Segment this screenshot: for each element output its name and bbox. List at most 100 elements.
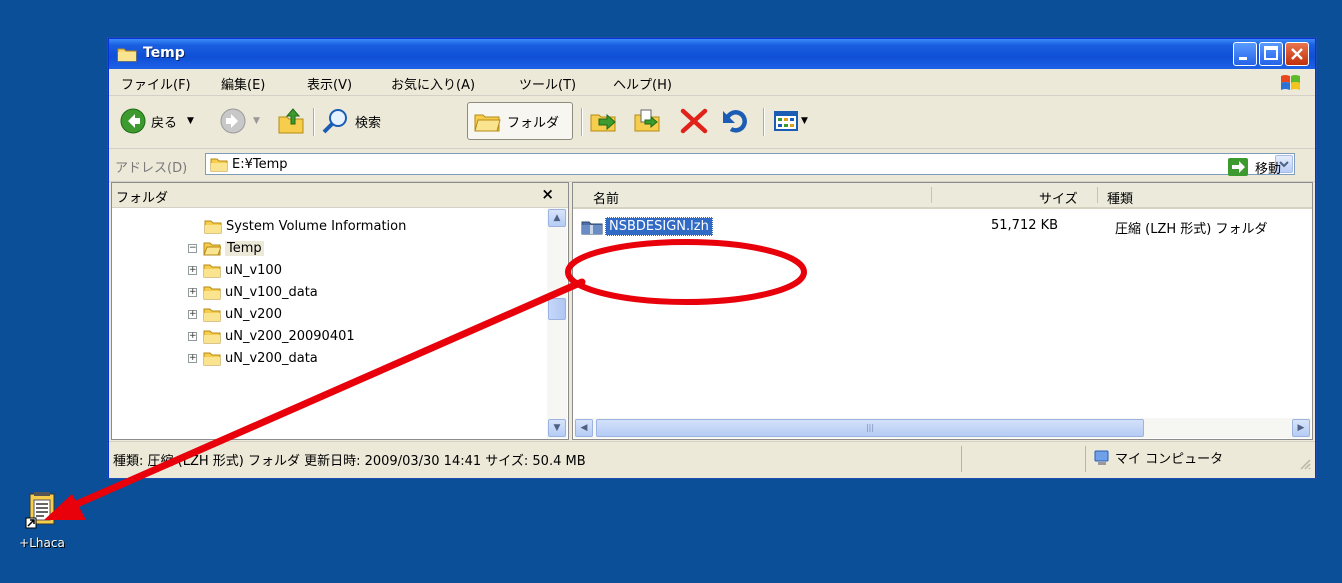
close-icon[interactable]: × <box>541 185 554 203</box>
file-list-pane: 名前 サイズ 種類 NSBDESIGN.lzh 51,712 KB 圧縮 (LZ… <box>572 182 1313 440</box>
tree-item-un-v200-data[interactable]: + uN_v200_data <box>188 347 318 369</box>
views-grid-icon <box>774 111 798 131</box>
menu-favorites[interactable]: お気に入り(A) <box>391 74 475 93</box>
menu-file[interactable]: ファイル(F) <box>121 74 191 93</box>
folders-button[interactable]: フォルダ <box>473 106 559 136</box>
lhaca-app-icon <box>25 492 55 529</box>
back-button[interactable]: 戻る ▼ <box>119 106 194 136</box>
tree-item-label: System Volume Information <box>226 218 407 234</box>
desktop-icon-lhaca[interactable]: +Lhaca <box>12 490 72 550</box>
menu-view[interactable]: 表示(V) <box>307 74 352 93</box>
undo-icon <box>723 110 747 133</box>
window-title: Temp <box>143 45 185 61</box>
column-size[interactable]: サイズ <box>1039 188 1078 207</box>
toolbar-separator <box>763 108 765 136</box>
collapse-icon[interactable]: − <box>188 243 197 253</box>
tree-item-un-v100[interactable]: + uN_v100 <box>188 259 282 281</box>
column-header: 名前 サイズ 種類 <box>573 183 1312 209</box>
file-list-scrollbar[interactable]: ◀ ||| ▶ <box>574 418 1311 438</box>
scroll-left-icon[interactable]: ◀ <box>575 419 593 437</box>
windows-logo-icon <box>1279 72 1303 96</box>
views-button[interactable]: ▼ <box>773 106 808 136</box>
go-button[interactable]: 移動 <box>1227 157 1281 177</box>
tree-item-system-volume-information[interactable]: System Volume Information <box>204 215 406 237</box>
address-bar: アドレス(D) E:¥Temp 移動 <box>109 149 1315 182</box>
search-icon <box>322 109 347 134</box>
file-name[interactable]: NSBDESIGN.lzh <box>605 217 713 236</box>
tree-item-label: uN_v100_data <box>225 284 318 300</box>
menu-help[interactable]: ヘルプ(H) <box>613 74 672 93</box>
minimize-button[interactable] <box>1233 42 1257 66</box>
address-label: アドレス(D) <box>115 161 188 176</box>
folder-icon <box>117 46 137 66</box>
menu-edit[interactable]: 編集(E) <box>221 74 265 93</box>
status-text: 種類: 圧縮 (LZH 形式) フォルダ 更新日時: 2009/03/30 14… <box>113 454 586 469</box>
zone-label: マイ コンピュータ <box>1115 452 1224 467</box>
scroll-thumb[interactable] <box>548 298 566 320</box>
move-to-button[interactable] <box>589 106 621 136</box>
resize-grip-icon[interactable] <box>1299 458 1311 474</box>
copy-to-button[interactable] <box>633 106 665 136</box>
up-folder-button[interactable] <box>277 106 307 136</box>
tree-item-temp[interactable]: − Temp <box>188 237 264 259</box>
back-label: 戻る <box>151 115 178 131</box>
menu-tools[interactable]: ツール(T) <box>519 74 576 93</box>
desktop-icon-label: +Lhaca <box>19 536 65 550</box>
column-name[interactable]: 名前 <box>593 188 619 207</box>
folder-icon <box>203 308 221 322</box>
close-button[interactable] <box>1285 42 1309 66</box>
address-input[interactable]: E:¥Temp <box>205 153 1295 175</box>
my-computer-icon <box>1094 450 1109 465</box>
tree-item-un-v200[interactable]: + uN_v200 <box>188 303 282 325</box>
folder-icon <box>203 352 221 366</box>
toolbar: 戻る ▼ ▼ 検索 フォルダ ▼ <box>109 96 1315 149</box>
expand-icon[interactable]: + <box>188 265 197 275</box>
table-row[interactable]: NSBDESIGN.lzh 51,712 KB 圧縮 (LZH 形式) フォルダ <box>579 216 1306 238</box>
delete-button[interactable] <box>679 106 709 136</box>
folder-icon <box>203 264 221 278</box>
move-to-folder-icon <box>590 113 616 132</box>
tree-item-un-v200-20090401[interactable]: + uN_v200_20090401 <box>188 325 355 347</box>
back-dropdown-icon[interactable]: ▼ <box>187 116 194 126</box>
folder-tree-scrollbar[interactable]: ▲ ▼ <box>547 208 567 438</box>
maximize-button[interactable] <box>1259 42 1283 66</box>
folder-tree-pane: フォルダ × System Volume Information − Temp … <box>111 182 569 440</box>
views-dropdown-icon[interactable]: ▼ <box>801 116 808 126</box>
scroll-up-icon[interactable]: ▲ <box>548 209 566 227</box>
tree-item-label: uN_v100 <box>225 262 282 278</box>
folder-icon <box>210 156 228 176</box>
folders-icon <box>474 114 501 132</box>
search-button[interactable]: 検索 <box>321 106 381 136</box>
tree-item-label: uN_v200_data <box>225 350 318 366</box>
column-separator[interactable] <box>931 187 932 203</box>
tree-item-un-v100-data[interactable]: + uN_v100_data <box>188 281 318 303</box>
expand-icon[interactable]: + <box>188 353 197 363</box>
compressed-folder-icon <box>581 219 603 239</box>
scroll-right-icon[interactable]: ▶ <box>1292 419 1310 437</box>
back-arrow-icon <box>120 108 146 134</box>
column-separator[interactable] <box>1097 187 1098 203</box>
undo-button[interactable] <box>721 106 751 136</box>
column-type[interactable]: 種類 <box>1107 188 1133 207</box>
scroll-down-icon[interactable]: ▼ <box>548 419 566 437</box>
forward-dropdown-icon[interactable]: ▼ <box>253 116 260 126</box>
expand-icon[interactable]: + <box>188 331 197 341</box>
scroll-thumb[interactable]: ||| <box>596 419 1144 437</box>
folder-icon <box>203 286 221 300</box>
file-size: 51,712 KB <box>991 218 1059 233</box>
status-zone: マイ コンピュータ <box>1093 448 1223 467</box>
open-folder-icon <box>203 242 221 256</box>
file-type: 圧縮 (LZH 形式) フォルダ <box>1115 222 1268 237</box>
toolbar-separator <box>313 108 315 136</box>
status-bar: 種類: 圧縮 (LZH 形式) フォルダ 更新日時: 2009/03/30 14… <box>109 441 1315 478</box>
up-folder-icon <box>278 108 304 134</box>
copy-to-folder-icon <box>634 109 660 132</box>
expand-icon[interactable]: + <box>188 309 197 319</box>
expand-icon[interactable]: + <box>188 287 197 297</box>
tree-item-label: uN_v200_20090401 <box>225 328 355 344</box>
folder-icon <box>204 220 222 234</box>
address-value: E:¥Temp <box>232 157 288 172</box>
forward-button[interactable]: ▼ <box>219 106 260 136</box>
title-bar[interactable]: Temp <box>109 39 1315 69</box>
tree-item-label: uN_v200 <box>225 306 282 322</box>
